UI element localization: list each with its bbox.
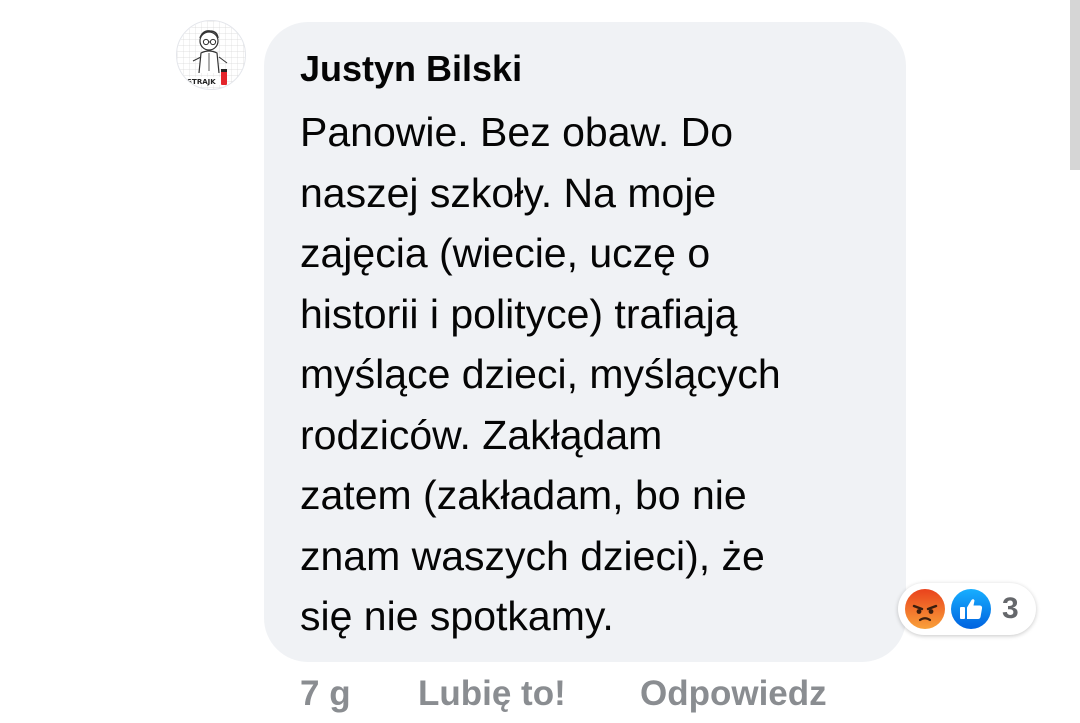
like-button[interactable]: Lubię to! <box>418 672 566 716</box>
comment-text: Panowie. Bez obaw. Do naszej szkoły. Na … <box>300 102 890 647</box>
avatar[interactable]: STRAJK <box>176 20 246 90</box>
comment-author[interactable]: Justyn Bilski <box>300 49 522 89</box>
angry-icon <box>903 587 947 631</box>
comment-text-line: zatem (zakładam, bo nie <box>300 472 747 518</box>
reactions-summary[interactable]: 3 <box>898 583 1036 635</box>
comment-text-line: naszej szkoły. Na moje <box>300 169 717 216</box>
comment-text-line: historii i polityce) trafiają <box>300 290 738 337</box>
reply-button[interactable]: Odpowiedz <box>640 672 827 716</box>
avatar-drawing-icon: STRAJK <box>177 21 245 89</box>
comment-text-line: Panowie. Bez obaw. Do <box>300 109 734 155</box>
like-icon <box>949 587 993 631</box>
svg-text:STRAJK: STRAJK <box>187 78 216 86</box>
comment-text-line: zajęcia (wiecie, uczę o <box>300 230 711 276</box>
comment-text-line: znam waszych dzieci), że <box>300 532 765 579</box>
comment-text-line: rodziców. Zakłądam <box>300 411 663 458</box>
reaction-count: 3 <box>1002 592 1019 625</box>
comment-timestamp[interactable]: 7 g <box>300 672 351 716</box>
scrollbar[interactable] <box>1070 0 1080 170</box>
comment-text-line: się nie spotkamy. <box>300 593 614 639</box>
comment-bubble: Justyn Bilski Panowie. Bez obaw. Do nasz… <box>264 22 906 662</box>
comment-text-line: myślące dzieci, myślących <box>300 351 781 397</box>
